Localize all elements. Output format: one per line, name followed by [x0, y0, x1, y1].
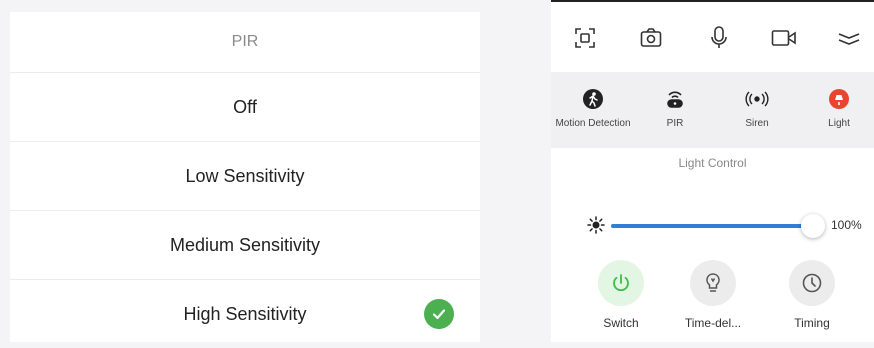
motion-detection-icon — [553, 88, 633, 110]
clock-icon — [789, 260, 835, 306]
pir-option-label: Medium Sensitivity — [169, 234, 321, 255]
pir-option-off[interactable]: Off — [10, 73, 480, 142]
power-icon — [598, 260, 644, 306]
feature-motion-detection[interactable]: Motion Detection — [553, 88, 633, 129]
feature-siren[interactable]: Siren — [717, 88, 797, 129]
pir-option-label: Low Sensitivity — [185, 165, 305, 186]
checkmark-icon — [424, 299, 454, 329]
feature-pir[interactable]: PIR — [635, 88, 715, 129]
pir-option-low[interactable]: Low Sensitivity — [10, 142, 480, 211]
feature-bar: Motion Detection PIR Siren Light — [551, 72, 874, 148]
brightness-icon — [587, 216, 605, 239]
feature-label: Siren — [745, 118, 769, 129]
feature-label: Light — [828, 118, 850, 129]
feature-label: Motion Detection — [555, 118, 631, 129]
brightness-slider-row: 100% — [551, 210, 874, 242]
pir-menu-title: PIR — [10, 12, 480, 73]
brightness-slider-knob[interactable] — [801, 214, 825, 238]
bulb-icon — [690, 260, 736, 306]
feature-label: PIR — [666, 118, 684, 129]
light-icon — [799, 88, 874, 110]
control-label: Switch — [603, 316, 639, 330]
collapse-icon[interactable] — [835, 24, 863, 52]
control-label: Timing — [794, 316, 830, 330]
camera-toolbar — [551, 0, 874, 74]
brightness-value: 100% — [831, 218, 862, 232]
pir-icon — [635, 88, 715, 110]
brightness-slider-track[interactable] — [611, 224, 811, 228]
camera-icon[interactable] — [637, 24, 665, 52]
feature-light[interactable]: Light — [799, 88, 874, 129]
pir-option-medium[interactable]: Medium Sensitivity — [10, 211, 480, 280]
siren-icon — [717, 88, 797, 110]
light-control-title: Light Control — [678, 156, 747, 170]
time-delay-button[interactable]: Time-del... — [668, 260, 758, 330]
control-label: Time-del... — [684, 316, 742, 330]
pir-sensitivity-menu: PIR Off Low Sensitivity Medium Sensitivi… — [10, 12, 480, 342]
timing-button[interactable]: Timing — [767, 260, 857, 330]
microphone-icon[interactable] — [705, 24, 733, 52]
pir-option-label: Off — [233, 96, 257, 117]
switch-button[interactable]: Switch — [576, 260, 666, 330]
screen-capture-icon[interactable] — [571, 24, 599, 52]
pir-option-label: High Sensitivity — [183, 303, 307, 324]
camera-control-panel: Motion Detection PIR Siren Light Light C… — [551, 0, 874, 342]
pir-option-high[interactable]: High Sensitivity — [10, 280, 480, 348]
video-icon[interactable] — [770, 24, 798, 52]
